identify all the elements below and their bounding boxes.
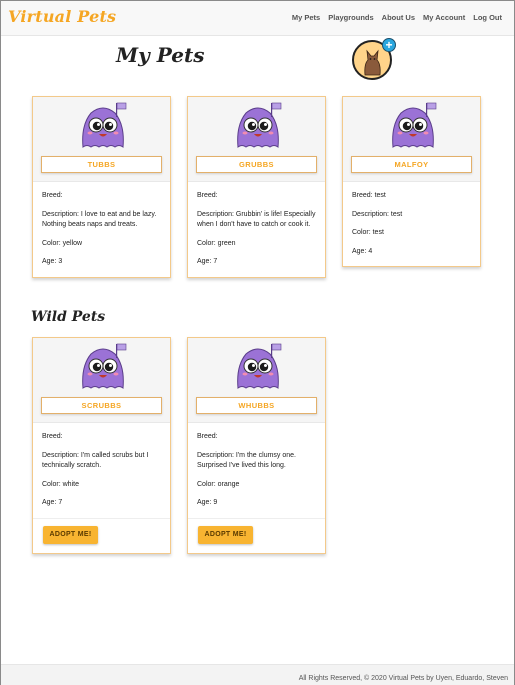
pet-card-malfoy: MALFOY Breed: test Description: test Col…	[342, 96, 481, 267]
card-actions: ADOPT ME!	[188, 517, 325, 553]
card-image-area: SCRUBBS	[33, 338, 170, 423]
pet-breed: Breed:	[42, 192, 63, 199]
pet-description: Description: I love to eat and be lazy. …	[42, 210, 157, 229]
purple-ghost-pet-icon	[82, 343, 127, 389]
pet-color: Color: green	[197, 239, 236, 247]
pet-name-button[interactable]: WHUBBS	[196, 397, 317, 414]
pet-name-button[interactable]: GRUBBS	[196, 156, 317, 173]
nav-link-my-account[interactable]: My Account	[423, 13, 465, 22]
add-pet-button[interactable]: +	[352, 38, 396, 80]
pet-age: Age: 7	[42, 499, 63, 506]
card-image-area: WHUBBS	[188, 338, 325, 423]
pet-color: Color: white	[42, 480, 79, 488]
card-image-area: TUBBS	[33, 97, 170, 182]
pet-color: Color: test	[352, 229, 384, 236]
card-details: Breed: Description: Grubbin' is life! Es…	[188, 182, 325, 277]
pet-breed: Breed:	[42, 433, 63, 440]
pet-color: Color: orange	[197, 480, 240, 488]
card-actions: ADOPT ME!	[33, 517, 170, 553]
wild-pet-card-scrubbs: SCRUBBS Breed: Description: I'm called s…	[32, 337, 171, 554]
plus-icon: +	[382, 38, 396, 52]
pet-card-tubbs: TUBBS Breed: Description: I love to eat …	[32, 96, 171, 278]
wild-pet-card-whubbs: WHUBBS Breed: Description: I'm the clums…	[187, 337, 326, 554]
pet-card-grubbs: GRUBBS Breed: Description: Grubbin' is l…	[187, 96, 326, 278]
footer-copyright: All Rights Reserved, © 2020 Virtual Pets…	[298, 675, 508, 682]
pet-age: Age: 4	[352, 247, 373, 255]
purple-ghost-pet-icon	[82, 102, 127, 148]
wild-pets-heading: Wild Pets	[31, 309, 106, 325]
pet-name-button[interactable]: MALFOY	[351, 156, 472, 173]
adopt-button[interactable]: ADOPT ME!	[43, 525, 98, 544]
nav-link-my-pets[interactable]: My Pets	[292, 13, 320, 22]
card-details: Breed: test Description: test Color: tes…	[343, 182, 480, 266]
card-image-area: MALFOY	[343, 97, 480, 182]
adopt-button[interactable]: ADOPT ME!	[198, 525, 253, 544]
nav-link-about-us[interactable]: About Us	[382, 13, 415, 22]
nav-link-playgrounds[interactable]: Playgrounds	[328, 13, 373, 22]
footer: All Rights Reserved, © 2020 Virtual Pets…	[1, 664, 514, 685]
purple-ghost-pet-icon	[392, 102, 437, 148]
pet-age: Age: 9	[197, 499, 218, 506]
my-pets-heading: My Pets	[116, 43, 205, 67]
pet-description: Description: I'm called scrubs but I tec…	[42, 451, 149, 470]
brand-logo[interactable]: Virtual Pets	[8, 7, 116, 26]
pet-description: Description: test	[352, 210, 403, 218]
pet-name-button[interactable]: SCRUBBS	[41, 397, 162, 414]
pet-description: Description: I'm the clumsy one. Surpris…	[197, 451, 296, 470]
pet-description: Description: Grubbin' is life! Especiall…	[197, 210, 316, 229]
navbar: Virtual Pets My Pets Playgrounds About U…	[1, 1, 514, 36]
purple-ghost-pet-icon	[237, 343, 282, 389]
pet-breed: Breed:	[197, 433, 218, 440]
card-image-area: GRUBBS	[188, 97, 325, 182]
pet-color: Color: yellow	[42, 239, 83, 247]
pet-age: Age: 3	[42, 258, 63, 265]
nav-link-log-out[interactable]: Log Out	[473, 13, 502, 22]
card-details: Breed: Description: I'm the clumsy one. …	[188, 423, 325, 518]
card-details: Breed: Description: I'm called scrubs bu…	[33, 423, 170, 518]
pet-name-button[interactable]: TUBBS	[41, 156, 162, 173]
purple-ghost-pet-icon	[237, 102, 282, 148]
pet-age: Age: 7	[197, 258, 218, 265]
pet-breed: Breed:	[197, 192, 218, 199]
pet-breed: Breed: test	[352, 192, 386, 199]
nav-links: My Pets Playgrounds About Us My Account …	[292, 13, 502, 22]
card-details: Breed: Description: I love to eat and be…	[33, 182, 170, 277]
